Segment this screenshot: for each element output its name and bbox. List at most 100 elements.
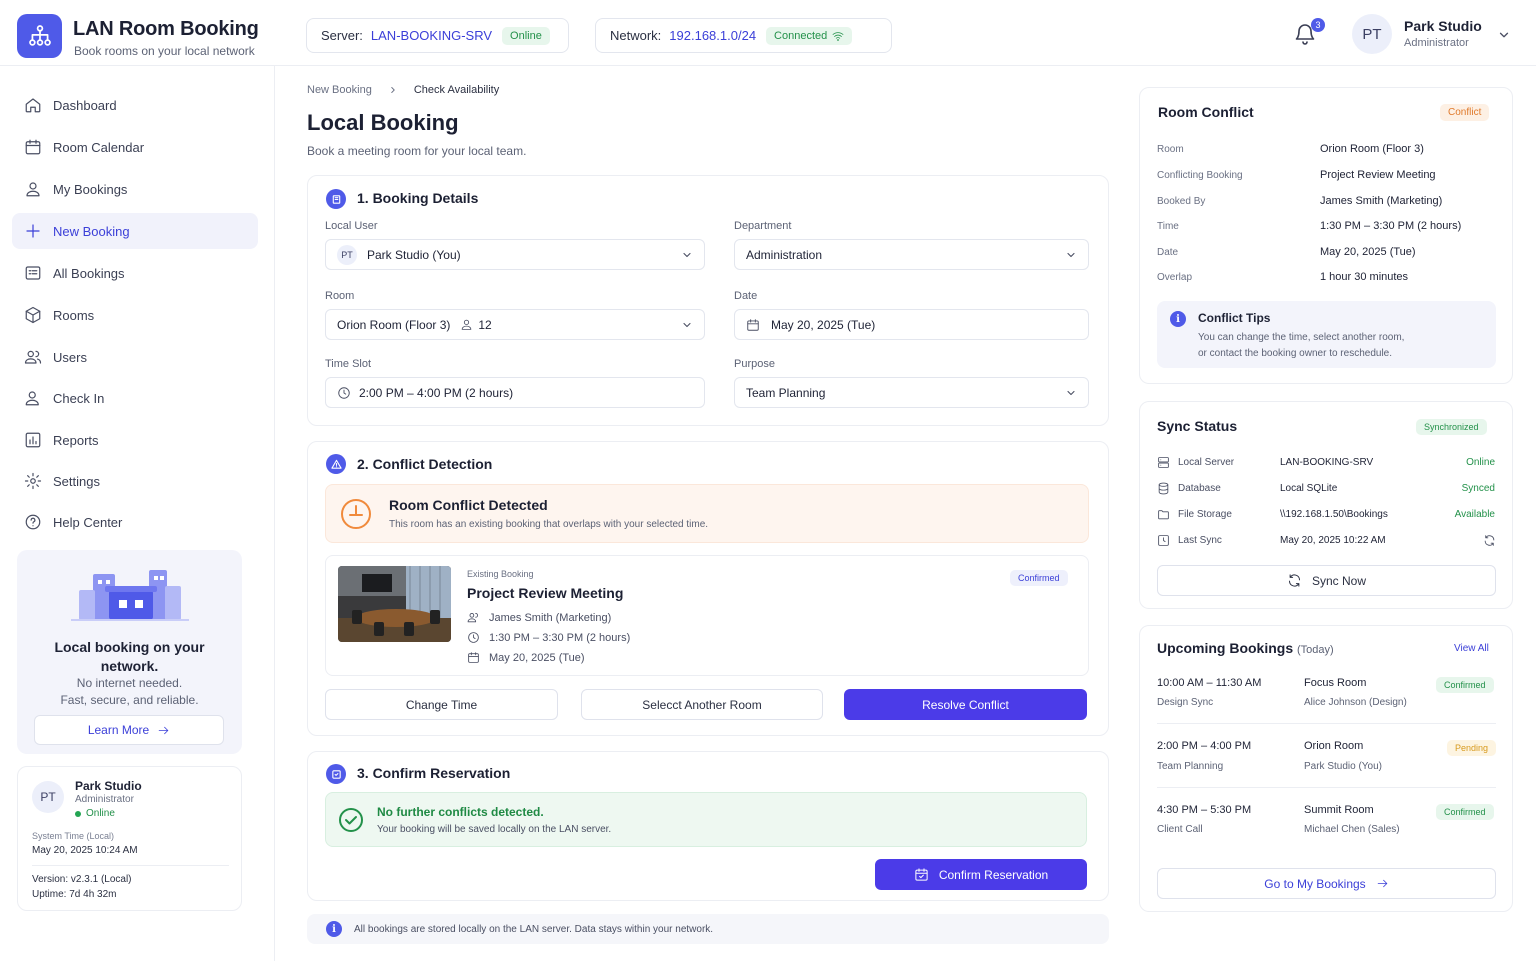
local-user-value: Park Studio (You) [367,247,461,262]
room-capacity: 12 [478,317,492,332]
sidebar-item-my-bookings[interactable]: My Bookings [12,171,258,207]
info-icon: i [326,921,342,937]
local-user-select[interactable]: PT Park Studio (You) [325,239,705,270]
sidebar-item-label: Check In [53,390,105,406]
no-conflicts-alert: No further conflicts detected. Your book… [325,792,1087,847]
conflict-tips-line-1: You can change the time, select another … [1198,332,1405,343]
sidebar-item-all-bookings[interactable]: All Bookings [12,255,258,291]
version-value: v2.3.1 (Local) [70,874,132,885]
synchronized-badge: Synchronized [1416,419,1487,435]
existing-booking-date-text: May 20, 2025 (Tue) [489,651,585,664]
breadcrumb-new-booking[interactable]: New Booking [307,84,372,96]
storage-footnote-text: All bookings are stored locally on the L… [354,923,714,935]
learn-more-button[interactable]: Learn More [34,715,224,745]
booking-3-owner: Michael Chen (Sales) [1304,824,1400,835]
booking-3-room: Summit Room [1304,804,1374,816]
sidebar-item-reports[interactable]: Reports [12,422,258,458]
booking-3-time: 4:30 PM – 5:30 PM [1157,804,1252,816]
sidebar-item-label: Settings [53,473,100,489]
top-bar: LAN Room Booking Book rooms on your loca… [0,0,1536,66]
database-label: Database [1178,483,1221,494]
last-sync-value: May 20, 2025 10:22 AM [1280,535,1386,546]
sync-now-button[interactable]: Sync Now [1157,565,1496,596]
booking-2-status-badge: Pending [1447,740,1497,756]
view-all-link[interactable]: View All [1454,643,1489,654]
department-select[interactable]: Administration [734,239,1089,270]
chevron-down-icon [683,322,691,328]
sidebar-item-label: Reports [53,432,99,448]
network-value: 192.168.1.0/24 [669,28,757,43]
booked-by-label: Booked By [1157,196,1206,207]
gear-icon [24,472,42,490]
sidebar: Dashboard Room Calendar My Bookings New … [0,66,275,961]
overlap-label: Overlap [1157,272,1193,283]
sidebar-item-check-in[interactable]: Check In [12,380,258,416]
go-to-my-bookings-label: Go to My Bookings [1264,876,1366,891]
system-time-value: May 20, 2025 10:24 AM [32,845,138,856]
user-icon [26,182,40,197]
confirm-reservation-button[interactable]: Confirm Reservation [875,859,1087,890]
user-card-name: Park Studio [75,779,142,793]
sidebar-item-settings[interactable]: Settings [12,463,258,499]
chevron-right-icon [391,87,395,93]
sidebar-item-room-calendar[interactable]: Room Calendar [12,129,258,165]
server-status-badge: Online [502,26,550,45]
conflict-warning-icon [326,454,346,474]
sync-status-title: Sync Status [1157,418,1238,434]
breadcrumb-check-availability: Check Availability [413,84,500,96]
user-info-card: PT Park Studio Administrator Online Syst… [17,766,242,911]
existing-booking-title: Project Review Meeting [467,585,624,601]
change-time-button[interactable]: Change Time [325,689,558,720]
purpose-select[interactable]: Team Planning [734,377,1089,408]
existing-booking-time: 1:30 PM – 3:30 PM (2 hours) [467,631,630,644]
existing-booking-owner-text: James Smith (Marketing) [489,611,612,624]
version-row: Version: v2.3.1 (Local) [32,874,132,885]
user-name[interactable]: Park Studio [1404,18,1482,34]
server-icon [1158,457,1169,468]
user-card-role: Administrator [75,794,134,805]
booking-1-room: Focus Room [1304,677,1367,689]
booked-by-value: James Smith (Marketing) [1320,195,1443,207]
time-slot-picker[interactable]: 2:00 PM – 4:00 PM (2 hours) [325,377,705,408]
overlap-value: 1 hour 30 minutes [1320,271,1409,283]
sidebar-item-help-center[interactable]: Help Center [12,504,258,540]
date-picker[interactable]: May 20, 2025 (Tue) [734,309,1089,340]
folder-icon [1158,510,1169,520]
online-dot-icon [75,810,81,817]
server-label: Server: [321,28,363,43]
resolve-conflict-button[interactable]: Resolve Conflict [844,689,1087,720]
calendar-icon [747,318,759,331]
conflict-time-value: 1:30 PM – 3:30 PM (2 hours) [1320,220,1462,232]
plus-icon [26,224,40,238]
conflict-alert-title: Room Conflict Detected [389,497,548,513]
date-value: May 20, 2025 (Tue) [771,317,876,332]
users-icon [467,613,478,623]
conflicting-booking-value: Project Review Meeting [1320,169,1436,181]
storage-footnote: i All bookings are stored locally on the… [307,914,1109,944]
promo-subtitle-1: No internet needed. [76,676,183,690]
sidebar-item-dashboard[interactable]: Dashboard [12,87,258,123]
refresh-icon[interactable] [1483,534,1496,547]
chart-icon [25,432,41,448]
chevron-down-icon [1067,390,1075,396]
go-to-my-bookings-button[interactable]: Go to My Bookings [1157,868,1496,899]
notification-count-badge: 3 [1311,18,1325,32]
user-menu-chevron-down-icon[interactable] [1497,28,1511,42]
conflict-time-label: Time [1157,221,1179,232]
info-icon: i [1170,311,1186,327]
user-avatar[interactable]: PT [1352,14,1392,54]
select-another-room-button[interactable]: Selecct Another Room [581,689,823,720]
calendar-check-icon [915,868,928,881]
room-select[interactable]: Orion Room (Floor 3) 12 [325,309,705,340]
booking-details-title: 1. Booking Details [357,190,479,206]
booking-3-status-badge: Confirmed [1436,804,1494,820]
booking-3-description: Client Call [1157,824,1203,835]
network-logo-icon [17,14,62,58]
sidebar-item-users[interactable]: Users [12,339,258,375]
user-check-icon [25,391,39,406]
capacity-user-icon [462,319,472,330]
sidebar-item-new-booking[interactable]: New Booking [12,213,258,249]
existing-booking-owner: James Smith (Marketing) [467,611,611,624]
booking-1-time: 10:00 AM – 11:30 AM [1157,677,1262,689]
sidebar-item-rooms[interactable]: Rooms [12,297,258,333]
